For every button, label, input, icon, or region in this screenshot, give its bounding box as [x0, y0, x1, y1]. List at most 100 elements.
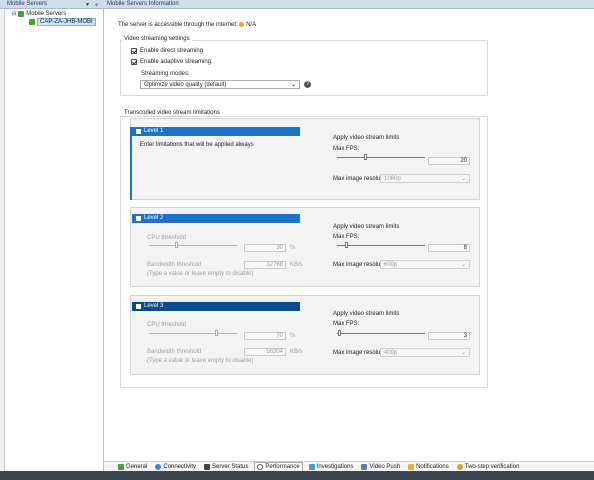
pin-icon[interactable]: ᵩ — [95, 1, 98, 7]
bandwidth-unit: KB/s — [290, 262, 303, 268]
cpu-threshold-label: CPU threshold — [147, 235, 187, 241]
cpu-threshold-input[interactable]: 70 — [244, 332, 286, 340]
apply-limits-label: Apply video stream limits — [333, 311, 400, 317]
server-group-icon — [18, 11, 25, 17]
bandwidth-threshold-input[interactable]: 32768 — [244, 261, 286, 269]
level-1-label: Level 1 — [144, 128, 164, 134]
checkbox-checked-icon[interactable] — [131, 48, 137, 54]
max-fps-slider[interactable] — [337, 157, 425, 158]
server-icon — [29, 19, 35, 25]
checkbox-checked-icon[interactable] — [131, 59, 137, 65]
general-icon — [118, 463, 124, 470]
tab-label: Server Status — [212, 463, 249, 470]
level-checkbox-icon[interactable] — [136, 304, 141, 309]
chevron-down-icon[interactable]: ⌄ — [461, 349, 466, 357]
max-resolution-select[interactable]: 1080p ⌄ — [380, 174, 470, 183]
max-resolution-value: 400p — [384, 350, 398, 356]
level-checkbox-icon[interactable] — [136, 129, 141, 134]
streaming-modes-select[interactable]: Optimize video quality (default) ⌄ — [140, 80, 300, 89]
warning-dot-icon — [239, 22, 245, 27]
expand-icon[interactable]: ⊟ — [12, 11, 16, 17]
max-fps-input[interactable]: 20 — [428, 157, 470, 165]
enable-adaptive-streaming-checkbox[interactable]: Enable adaptive streaming — [131, 59, 211, 65]
tab-video-push[interactable]: Video Push — [359, 462, 402, 471]
max-fps-slider[interactable] — [337, 245, 425, 246]
tab-label: Two-step verification — [464, 463, 520, 470]
cpu-threshold-slider-thumb[interactable] — [175, 242, 178, 248]
bandwidth-hint: (Type a value or leave empty to disable) — [147, 271, 254, 277]
tree-node-server[interactable]: CAP-ZA-JHB-MOBI — [29, 18, 96, 26]
level-3-header[interactable]: Level 3 — [132, 302, 300, 311]
max-fps-slider-thumb[interactable] — [364, 154, 367, 160]
warning-icon — [408, 463, 415, 470]
tab-label: Performance — [265, 464, 300, 470]
apply-limits-label: Apply video stream limits — [333, 135, 400, 141]
server-tree-pane — [0, 0, 104, 480]
left-pane-title: Mobile Servers — [7, 1, 48, 7]
tab-label: Notifications — [416, 463, 449, 470]
max-fps-label: Max FPS: — [333, 146, 360, 152]
max-resolution-select[interactable]: 600p ⌄ — [380, 260, 470, 269]
max-fps-input[interactable]: 8 — [428, 244, 470, 252]
level-1-description: Enter limitations that will be applied a… — [140, 142, 254, 148]
streaming-mode-value: Optimize video quality (default) — [144, 82, 227, 88]
tab-investigations[interactable]: Investigations — [307, 462, 356, 471]
chevron-down-icon[interactable]: ▾ — [86, 1, 89, 8]
left-pane-header: Mobile Servers ▾ ᵩ — [0, 0, 104, 9]
bandwidth-hint: (Type a value or leave empty to disable) — [147, 358, 254, 364]
max-resolution-select[interactable]: 400p ⌄ — [380, 348, 470, 357]
tab-general[interactable]: General — [116, 462, 149, 471]
level-1-accent — [130, 127, 132, 200]
tree-label-selected: CAP-ZA-JHB-MOBI — [37, 18, 96, 26]
internet-status-row: The server is accessible through the int… — [118, 22, 256, 28]
level-1-header[interactable]: Level 1 — [132, 127, 300, 136]
cpu-unit: % — [290, 245, 296, 251]
max-fps-slider-thumb[interactable] — [338, 330, 341, 336]
right-pane-header: Mobile Servers Information — [104, 0, 594, 9]
chevron-down-icon[interactable]: ⌄ — [291, 81, 296, 88]
tab-two-step-verification[interactable]: Two-step verification — [455, 462, 522, 471]
status-text: The server is accessible through the int… — [118, 22, 238, 29]
tree-label: Mobile Servers — [26, 11, 67, 17]
tab-label: Video Push — [369, 463, 401, 470]
level-2-header[interactable]: Level 2 — [132, 214, 300, 223]
chevron-down-icon[interactable]: ⌄ — [461, 261, 466, 269]
max-fps-label: Max FPS: — [333, 234, 360, 240]
tab-label: General — [126, 463, 148, 470]
clock-icon — [257, 464, 264, 470]
cpu-threshold-slider[interactable] — [149, 333, 237, 334]
checkbox-label: Enable direct streaming — [140, 48, 204, 54]
max-fps-input[interactable]: 3 — [428, 332, 470, 340]
investigations-icon — [308, 463, 315, 470]
chevron-down-icon[interactable]: ⌄ — [461, 175, 466, 183]
tree-node-mobile-servers[interactable]: ⊟ Mobile Servers — [12, 10, 66, 18]
enable-direct-streaming-checkbox[interactable]: Enable direct streaming — [131, 48, 203, 54]
max-resolution-value: 600p — [384, 262, 398, 268]
bottom-tab-bar: General Connectivity Server Status Perfo… — [104, 461, 594, 471]
cpu-threshold-input[interactable]: 30 — [244, 244, 286, 252]
max-fps-slider-thumb[interactable] — [345, 242, 348, 248]
shield-icon — [456, 463, 463, 470]
max-resolution-value: 1080p — [384, 176, 401, 182]
bandwidth-unit: KB/s — [290, 349, 303, 355]
max-fps-label: Max FPS: — [333, 321, 360, 327]
bandwidth-threshold-label: Bandwidth threshold — [147, 262, 202, 268]
tab-performance[interactable]: Performance — [254, 462, 303, 471]
checkbox-label: Enable adaptive streaming — [140, 59, 212, 65]
level-2-label: Level 2 — [144, 215, 164, 221]
tab-connectivity[interactable]: Connectivity — [153, 462, 198, 471]
cpu-threshold-slider[interactable] — [149, 245, 237, 246]
cpu-threshold-slider-thumb[interactable] — [215, 330, 218, 336]
video-push-icon — [361, 463, 368, 470]
globe-icon — [155, 463, 162, 470]
bandwidth-threshold-input[interactable]: 56304 — [244, 348, 286, 356]
tab-notifications[interactable]: Notifications — [406, 462, 451, 471]
max-fps-slider[interactable] — [337, 333, 425, 334]
help-icon[interactable]: ? — [304, 81, 311, 88]
apply-limits-label: Apply video stream limits — [333, 224, 400, 230]
level-checkbox-icon[interactable] — [136, 216, 141, 221]
tab-server-status[interactable]: Server Status — [202, 462, 250, 471]
status-value: N/A — [246, 22, 257, 29]
left-collapsed-strip — [0, 9, 5, 471]
bandwidth-threshold-label: Bandwidth threshold — [147, 349, 202, 355]
